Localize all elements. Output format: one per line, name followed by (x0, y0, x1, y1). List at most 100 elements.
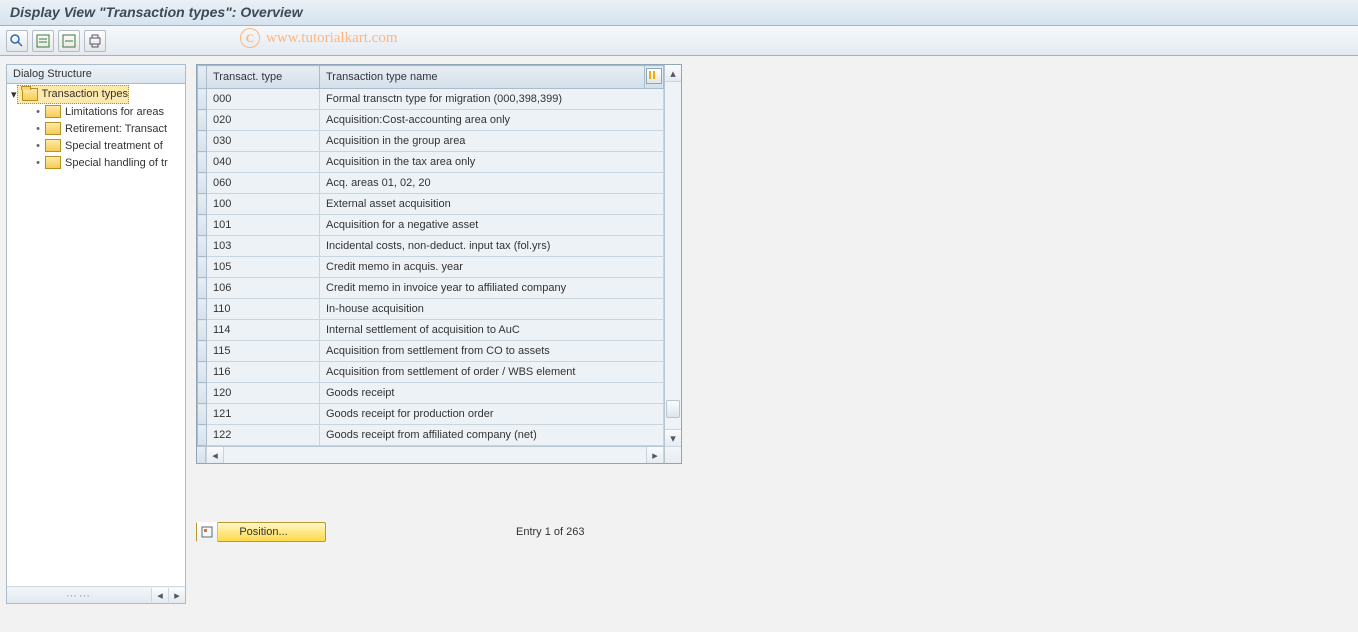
folder-icon (45, 139, 61, 152)
table-row[interactable]: 116Acquisition from settlement of order … (198, 362, 664, 383)
cell-transaction-type-name[interactable]: In-house acquisition (320, 299, 664, 320)
vscroll-up-icon[interactable]: ▴ (665, 65, 681, 82)
row-selector[interactable] (198, 362, 207, 383)
row-selector[interactable] (198, 215, 207, 236)
cell-transact-type[interactable]: 121 (207, 404, 320, 425)
dialog-structure-tree: ▾ Transaction types •Limitations for are… (7, 84, 185, 586)
row-selector[interactable] (198, 299, 207, 320)
row-selector-header[interactable] (198, 66, 207, 89)
cell-transact-type[interactable]: 100 (207, 194, 320, 215)
cell-transact-type[interactable]: 114 (207, 320, 320, 341)
hscroll-right-icon[interactable]: ▸ (646, 447, 664, 463)
cell-transaction-type-name[interactable]: Credit memo in acquis. year (320, 257, 664, 278)
table-row[interactable]: 100External asset acquisition (198, 194, 664, 215)
row-selector[interactable] (198, 236, 207, 257)
cell-transact-type[interactable]: 040 (207, 152, 320, 173)
cell-transact-type[interactable]: 060 (207, 173, 320, 194)
row-selector[interactable] (198, 383, 207, 404)
table-row[interactable]: 114Internal settlement of acquisition to… (198, 320, 664, 341)
cell-transact-type[interactable]: 105 (207, 257, 320, 278)
table-row[interactable]: 121Goods receipt for production order (198, 404, 664, 425)
table-row[interactable]: 040Acquisition in the tax area only (198, 152, 664, 173)
table-vertical-scrollbar[interactable]: ▴ ▾ (664, 65, 681, 463)
row-selector[interactable] (198, 131, 207, 152)
cell-transaction-type-name[interactable]: Incidental costs, non-deduct. input tax … (320, 236, 664, 257)
row-selector[interactable] (198, 89, 207, 110)
cell-transact-type[interactable]: 000 (207, 89, 320, 110)
column-transaction-type-name[interactable]: Transaction type name (320, 66, 645, 89)
cell-transact-type[interactable]: 101 (207, 215, 320, 236)
tree-node-child[interactable]: •Special handling of tr (7, 154, 185, 171)
column-transact-type[interactable]: Transact. type (207, 66, 320, 89)
table-row[interactable]: 110In-house acquisition (198, 299, 664, 320)
row-selector[interactable] (198, 152, 207, 173)
scroll-right-icon[interactable]: ▸ (168, 588, 185, 602)
table-row[interactable]: 103Incidental costs, non-deduct. input t… (198, 236, 664, 257)
table-row[interactable]: 030Acquisition in the group area (198, 131, 664, 152)
table-row[interactable]: 020Acquisition:Cost-accounting area only (198, 110, 664, 131)
cell-transact-type[interactable]: 120 (207, 383, 320, 404)
row-selector[interactable] (198, 173, 207, 194)
vscroll-thumb[interactable] (666, 400, 680, 418)
cell-transact-type[interactable]: 122 (207, 425, 320, 446)
row-selector[interactable] (198, 320, 207, 341)
main-area: Dialog Structure ▾ Transaction types •Li… (0, 56, 1358, 632)
sidebar-resize-handle-icon[interactable]: ⋯⋯ (7, 589, 151, 602)
cell-transaction-type-name[interactable]: Credit memo in invoice year to affiliate… (320, 278, 664, 299)
cell-transaction-type-name[interactable]: External asset acquisition (320, 194, 664, 215)
table-row[interactable]: 106Credit memo in invoice year to affili… (198, 278, 664, 299)
folder-open-icon (22, 88, 38, 101)
row-selector[interactable] (198, 341, 207, 362)
tree-node-child[interactable]: •Special treatment of (7, 137, 185, 154)
expand-button[interactable] (32, 30, 54, 52)
table-row[interactable]: 000Formal transctn type for migration (0… (198, 89, 664, 110)
position-button[interactable]: Position... (196, 522, 326, 542)
table-row[interactable]: 122Goods receipt from affiliated company… (198, 425, 664, 446)
cell-transact-type[interactable]: 106 (207, 278, 320, 299)
cell-transaction-type-name[interactable]: Acquisition for a negative asset (320, 215, 664, 236)
cell-transaction-type-name[interactable]: Goods receipt for production order (320, 404, 664, 425)
cell-transaction-type-name[interactable]: Goods receipt (320, 383, 664, 404)
row-selector[interactable] (198, 257, 207, 278)
hscroll-left-icon[interactable]: ◂ (206, 447, 224, 463)
cell-transaction-type-name[interactable]: Goods receipt from affiliated company (n… (320, 425, 664, 446)
cell-transaction-type-name[interactable]: Acquisition from settlement from CO to a… (320, 341, 664, 362)
cell-transaction-type-name[interactable]: Formal transctn type for migration (000,… (320, 89, 664, 110)
toolbar: C www.tutorialkart.com (0, 26, 1358, 56)
collapse-button[interactable] (58, 30, 80, 52)
row-selector[interactable] (198, 425, 207, 446)
table-config-button[interactable] (645, 66, 664, 89)
cell-transaction-type-name[interactable]: Acquisition from settlement of order / W… (320, 362, 664, 383)
table-row[interactable]: 120Goods receipt (198, 383, 664, 404)
row-selector[interactable] (198, 404, 207, 425)
cell-transact-type[interactable]: 020 (207, 110, 320, 131)
tree-node-child[interactable]: •Retirement: Transact (7, 120, 185, 137)
row-selector[interactable] (198, 194, 207, 215)
scroll-left-icon[interactable]: ◂ (151, 588, 168, 602)
table-row[interactable]: 060Acq. areas 01, 02, 20 (198, 173, 664, 194)
row-selector[interactable] (198, 110, 207, 131)
cell-transact-type[interactable]: 103 (207, 236, 320, 257)
table-row[interactable]: 105Credit memo in acquis. year (198, 257, 664, 278)
table-row[interactable]: 115Acquisition from settlement from CO t… (198, 341, 664, 362)
cell-transact-type[interactable]: 115 (207, 341, 320, 362)
cell-transact-type[interactable]: 030 (207, 131, 320, 152)
details-button[interactable] (6, 30, 28, 52)
cell-transaction-type-name[interactable]: Acq. areas 01, 02, 20 (320, 173, 664, 194)
tree-node-transaction-types[interactable]: Transaction types (17, 85, 129, 104)
cell-transaction-type-name[interactable]: Acquisition in the tax area only (320, 152, 664, 173)
cell-transact-type[interactable]: 110 (207, 299, 320, 320)
vscroll-down-icon[interactable]: ▾ (665, 429, 681, 446)
dialog-structure-panel: Dialog Structure ▾ Transaction types •Li… (0, 56, 190, 632)
tree-node-child[interactable]: •Limitations for areas (7, 103, 185, 120)
print-button[interactable] (84, 30, 106, 52)
table-row[interactable]: 101Acquisition for a negative asset (198, 215, 664, 236)
row-selector[interactable] (198, 278, 207, 299)
tree-bullet-icon: • (33, 123, 43, 135)
cell-transact-type[interactable]: 116 (207, 362, 320, 383)
table-horizontal-scrollbar[interactable]: ◂ ▸ (197, 446, 664, 463)
cell-transaction-type-name[interactable]: Acquisition:Cost-accounting area only (320, 110, 664, 131)
sidebar-horizontal-scrollbar[interactable]: ⋯⋯ ◂ ▸ (7, 586, 185, 603)
cell-transaction-type-name[interactable]: Internal settlement of acquisition to Au… (320, 320, 664, 341)
cell-transaction-type-name[interactable]: Acquisition in the group area (320, 131, 664, 152)
